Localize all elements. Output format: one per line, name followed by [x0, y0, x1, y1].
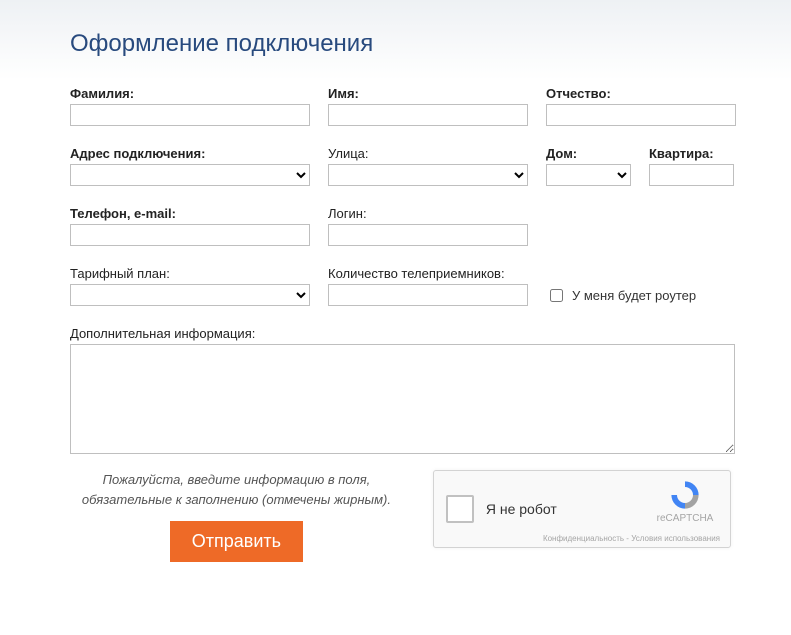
- name-label: Имя:: [328, 86, 528, 101]
- required-hint: Пожалуйста, введите информацию в поля, о…: [70, 470, 403, 509]
- street-label: Улица:: [328, 146, 528, 161]
- login-input[interactable]: [328, 224, 528, 246]
- recaptcha-icon: [669, 479, 701, 511]
- contact-input[interactable]: [70, 224, 310, 246]
- patronymic-input[interactable]: [546, 104, 736, 126]
- house-select[interactable]: [546, 164, 631, 186]
- tariff-label: Тарифный план:: [70, 266, 310, 281]
- recaptcha-checkbox[interactable]: [446, 495, 474, 523]
- patronymic-label: Отчество:: [546, 86, 736, 101]
- router-checkbox[interactable]: [550, 289, 563, 302]
- flat-label: Квартира:: [649, 146, 734, 161]
- address-select[interactable]: [70, 164, 310, 186]
- router-label: У меня будет роутер: [572, 288, 696, 303]
- name-input[interactable]: [328, 104, 528, 126]
- tariff-select[interactable]: [70, 284, 310, 306]
- house-label: Дом:: [546, 146, 631, 161]
- flat-input[interactable]: [649, 164, 734, 186]
- page-title: Оформление подключения: [70, 30, 731, 58]
- contact-label: Телефон, e-mail:: [70, 206, 310, 221]
- recaptcha-label: Я не робот: [486, 501, 557, 517]
- receivers-label: Количество телеприемников:: [328, 266, 528, 281]
- surname-label: Фамилия:: [70, 86, 310, 101]
- street-select[interactable]: [328, 164, 528, 186]
- recaptcha-widget: Я не робот reCAPTCHA Конфиденциальность …: [433, 470, 731, 548]
- address-label: Адрес подключения:: [70, 146, 310, 161]
- receivers-input[interactable]: [328, 284, 528, 306]
- recaptcha-terms: Конфиденциальность - Условия использован…: [543, 534, 720, 543]
- extra-label: Дополнительная информация:: [70, 326, 731, 341]
- surname-input[interactable]: [70, 104, 310, 126]
- extra-textarea[interactable]: [70, 344, 735, 454]
- recaptcha-brand: reCAPTCHA: [650, 513, 720, 524]
- login-label: Логин:: [328, 206, 528, 221]
- submit-button[interactable]: Отправить: [170, 521, 303, 562]
